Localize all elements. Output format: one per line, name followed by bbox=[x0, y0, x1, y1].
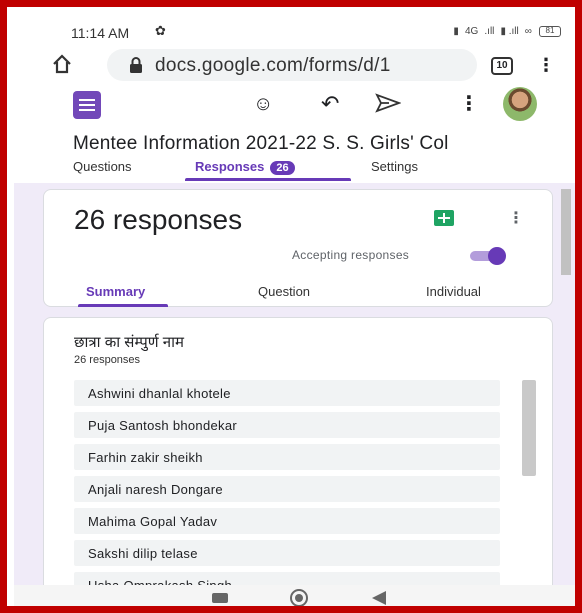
forms-toolbar: ☺ ↶ ⋮ bbox=[37, 87, 557, 127]
browser-url-bar: docs.google.com/forms/d/1 10 ⋮ bbox=[37, 47, 557, 85]
answers-scrollbar[interactable] bbox=[522, 380, 536, 476]
list-item: Mahima Gopal Yadav bbox=[74, 508, 500, 534]
list-item: Farhin zakir sheikh bbox=[74, 444, 500, 470]
form-title: Mentee Information 2021-22 S. S. Girls' … bbox=[73, 133, 449, 154]
home-button-icon[interactable] bbox=[290, 589, 308, 606]
recent-apps-icon[interactable] bbox=[212, 593, 228, 603]
responses-count-heading: 26 responses bbox=[74, 204, 243, 235]
question-title: छात्रा का संम्पुर्ण नाम bbox=[74, 334, 184, 351]
settings-gear-icon: ✿ bbox=[155, 23, 166, 38]
signal-icon-2: ▮ .ıll bbox=[500, 26, 519, 37]
status-time: 11:14 AM bbox=[71, 25, 130, 41]
subtab-individual[interactable]: Individual bbox=[426, 284, 481, 299]
tab-responses-label: Responses bbox=[195, 159, 265, 174]
address-bar[interactable]: docs.google.com/forms/d/1 bbox=[107, 49, 477, 81]
active-tab-indicator bbox=[185, 178, 351, 181]
list-item: Puja Santosh bhondekar bbox=[74, 412, 500, 438]
back-icon[interactable] bbox=[372, 591, 386, 605]
system-nav-bar bbox=[14, 585, 575, 606]
google-sheets-icon[interactable] bbox=[434, 210, 454, 226]
tab-settings[interactable]: Settings bbox=[371, 159, 418, 174]
send-icon[interactable] bbox=[375, 93, 401, 113]
lock-icon bbox=[130, 57, 142, 73]
subtab-question[interactable]: Question bbox=[258, 284, 310, 299]
active-subtab-indicator bbox=[78, 304, 168, 307]
toggle-knob bbox=[488, 247, 506, 265]
more-options-icon[interactable]: ⋮ bbox=[459, 91, 479, 116]
list-item: Anjali naresh Dongare bbox=[74, 476, 500, 502]
undo-icon[interactable]: ↶ bbox=[321, 91, 339, 117]
signal-icon: ▮ bbox=[453, 26, 459, 37]
list-item: Sakshi dilip telase bbox=[74, 540, 500, 566]
hotspot-icon: ∞ bbox=[524, 26, 532, 37]
status-icons: ▮ 4G .ıll ▮ .ıll ∞ 81 bbox=[450, 25, 561, 37]
tab-responses[interactable]: Responses 26 bbox=[195, 159, 295, 175]
answers-list: Ashwini dhanlal khotele Puja Santosh bho… bbox=[74, 380, 500, 604]
browser-menu-icon[interactable]: ⋮ bbox=[537, 55, 555, 76]
page-scrollbar[interactable] bbox=[561, 189, 571, 275]
responses-count-badge: 26 bbox=[270, 161, 295, 175]
status-bar: 11:14 AM ✿ ▮ 4G .ıll ▮ .ıll ∞ 81 bbox=[61, 21, 561, 43]
battery-icon: 81 bbox=[539, 25, 561, 37]
list-item: Ashwini dhanlal khotele bbox=[74, 380, 500, 406]
palette-icon[interactable]: ☺ bbox=[253, 93, 273, 116]
avatar[interactable] bbox=[503, 87, 537, 121]
question-summary-card: छात्रा का संम्पुर्ण नाम 26 responses Ash… bbox=[43, 317, 553, 606]
tab-switcher-button[interactable]: 10 bbox=[491, 57, 513, 75]
question-response-count: 26 responses bbox=[74, 354, 141, 366]
network-type: 4G bbox=[464, 26, 479, 37]
subtab-summary[interactable]: Summary bbox=[86, 284, 145, 299]
accepting-responses-toggle[interactable] bbox=[470, 247, 506, 265]
screenshot-frame: 11:14 AM ✿ ▮ 4G .ıll ▮ .ıll ∞ 81 docs.go… bbox=[0, 0, 582, 613]
card-more-options-icon[interactable]: ⋮ bbox=[508, 208, 524, 228]
accepting-responses-label: Accepting responses bbox=[292, 248, 410, 262]
form-tabs: Questions Responses 26 Settings bbox=[73, 159, 553, 183]
signal-bars-icon: .ıll bbox=[484, 26, 495, 37]
google-forms-logo-icon[interactable] bbox=[73, 91, 101, 119]
tab-questions[interactable]: Questions bbox=[73, 159, 132, 174]
responses-summary-card: 26 responses ⋮ Accepting responses Summa… bbox=[43, 189, 553, 307]
url-text: docs.google.com/forms/d/1 bbox=[155, 55, 391, 76]
home-icon[interactable] bbox=[51, 53, 73, 75]
